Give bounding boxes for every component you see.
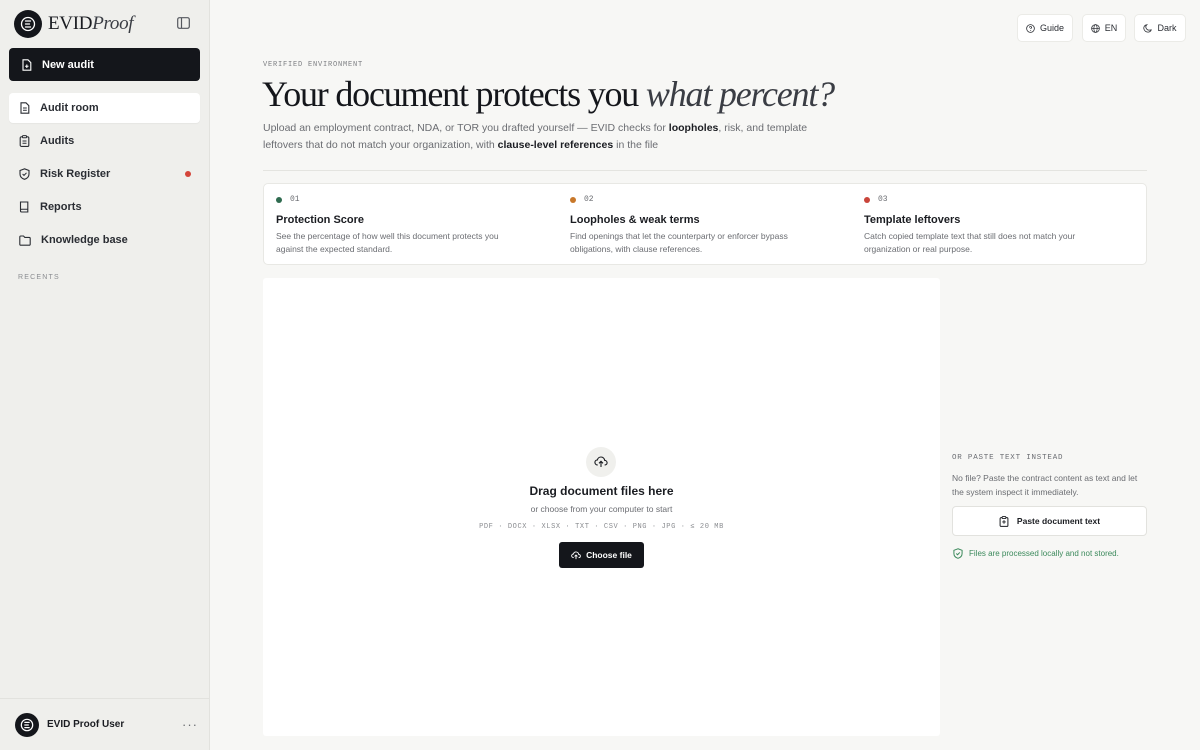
feature-title: Template leftovers — [864, 214, 961, 226]
hero-kicker: VERIFIED ENVIRONMENT — [263, 61, 364, 69]
upload-cloud-icon — [586, 447, 616, 477]
privacy-note: Files are processed locally and not stor… — [953, 548, 1119, 559]
sidebar-item-label: Audit room — [40, 102, 99, 114]
feature-number: 03 — [878, 195, 888, 204]
sidebar-toggle-icon[interactable] — [176, 16, 190, 30]
paste-heading: OR PASTE TEXT INSTEAD — [952, 454, 1064, 462]
recents-heading: RECENTS — [18, 274, 60, 281]
feature-number: 01 — [290, 195, 300, 204]
feature-cards: 01 Protection Score See the percentage o… — [263, 183, 1147, 265]
sidebar-item-audits[interactable]: Audits — [9, 126, 200, 156]
privacy-note-text: Files are processed locally and not stor… — [969, 549, 1119, 558]
feature-protection-score: 01 Protection Score See the percentage o… — [264, 184, 558, 264]
shield-icon — [19, 168, 30, 180]
globe-icon — [1090, 23, 1100, 33]
sidebar-item-label: Reports — [40, 201, 82, 213]
status-dot — [570, 196, 576, 203]
feature-number: 02 — [584, 195, 594, 204]
theme-label: Dark — [1157, 23, 1177, 33]
feature-description: See the percentage of how well this docu… — [276, 231, 499, 255]
choose-file-button[interactable]: Choose file — [559, 542, 644, 568]
sidebar-item-reports[interactable]: Reports — [9, 192, 200, 222]
page-description: Upload an employment contract, NDA, or T… — [263, 122, 808, 152]
sidebar-item-label: Knowledge base — [41, 234, 128, 246]
user-name: EVID Proof User — [47, 719, 125, 730]
dropzone-subtitle: or choose from your computer to start — [530, 504, 673, 514]
paste-text-button[interactable]: Paste document text — [952, 506, 1147, 536]
guide-label: Guide — [1039, 23, 1065, 33]
brand[interactable]: EVIDProof — [14, 10, 134, 38]
shield-check-icon — [953, 548, 963, 559]
avatar — [15, 712, 39, 737]
file-dropzone[interactable]: Drag document files here or choose from … — [263, 278, 940, 736]
sidebar: EVIDProof New audit Audit room Audits Ri… — [0, 0, 210, 750]
folder-icon — [19, 234, 31, 246]
feature-loopholes: 02 Loopholes & weak terms Find openings … — [558, 184, 852, 264]
feature-title: Protection Score — [276, 214, 365, 226]
divider — [263, 170, 1147, 171]
guide-button[interactable]: Guide — [1017, 14, 1073, 42]
sidebar-item-knowledge-base[interactable]: Knowledge base — [9, 225, 200, 255]
choose-file-label: Choose file — [586, 550, 632, 560]
book-icon — [19, 201, 30, 213]
new-audit-button[interactable]: New audit — [9, 48, 200, 81]
supported-formats: PDF · DOCX · XLSX · TXT · CSV · PNG · JP… — [479, 523, 724, 531]
clipboard-paste-icon — [999, 515, 1009, 527]
sidebar-nav: Audit room Audits Risk Register Reports — [9, 93, 200, 258]
more-options-icon[interactable]: ··· — [182, 717, 198, 732]
paste-description: No file? Paste the contract content as t… — [952, 473, 1138, 497]
sidebar-item-risk-register[interactable]: Risk Register — [9, 159, 200, 189]
sidebar-item-label: Risk Register — [40, 168, 111, 180]
theme-toggle-button[interactable]: Dark — [1134, 14, 1186, 42]
upload-icon — [571, 550, 581, 560]
feature-description: Find openings that let the counterparty … — [570, 231, 788, 255]
logo-icon — [14, 10, 42, 38]
moon-icon — [1143, 23, 1153, 33]
new-audit-label: New audit — [42, 58, 94, 71]
paste-text-label: Paste document text — [1016, 516, 1101, 526]
brand-name: EVIDProof — [48, 13, 134, 34]
feature-title: Loopholes & weak terms — [570, 214, 700, 226]
feature-template-leftovers: 03 Template leftovers Catch copied templ… — [852, 184, 1146, 264]
help-circle-icon — [1026, 23, 1035, 33]
dropzone-title: Drag document files here — [529, 484, 674, 498]
page-title: Your document protects you what percent? — [262, 74, 835, 114]
clipboard-icon — [19, 135, 30, 147]
status-dot — [864, 196, 870, 203]
sidebar-item-label: Audits — [40, 135, 75, 147]
new-document-icon — [21, 58, 32, 71]
status-dot — [276, 196, 282, 203]
user-profile[interactable]: EVID Proof User ··· — [0, 698, 210, 750]
language-button[interactable]: EN — [1082, 14, 1126, 42]
document-icon — [19, 102, 30, 114]
sidebar-item-audit-room[interactable]: Audit room — [9, 93, 200, 123]
notification-badge — [185, 171, 191, 177]
feature-description: Catch copied template text that still do… — [864, 231, 1076, 255]
language-label: EN — [1104, 23, 1118, 33]
